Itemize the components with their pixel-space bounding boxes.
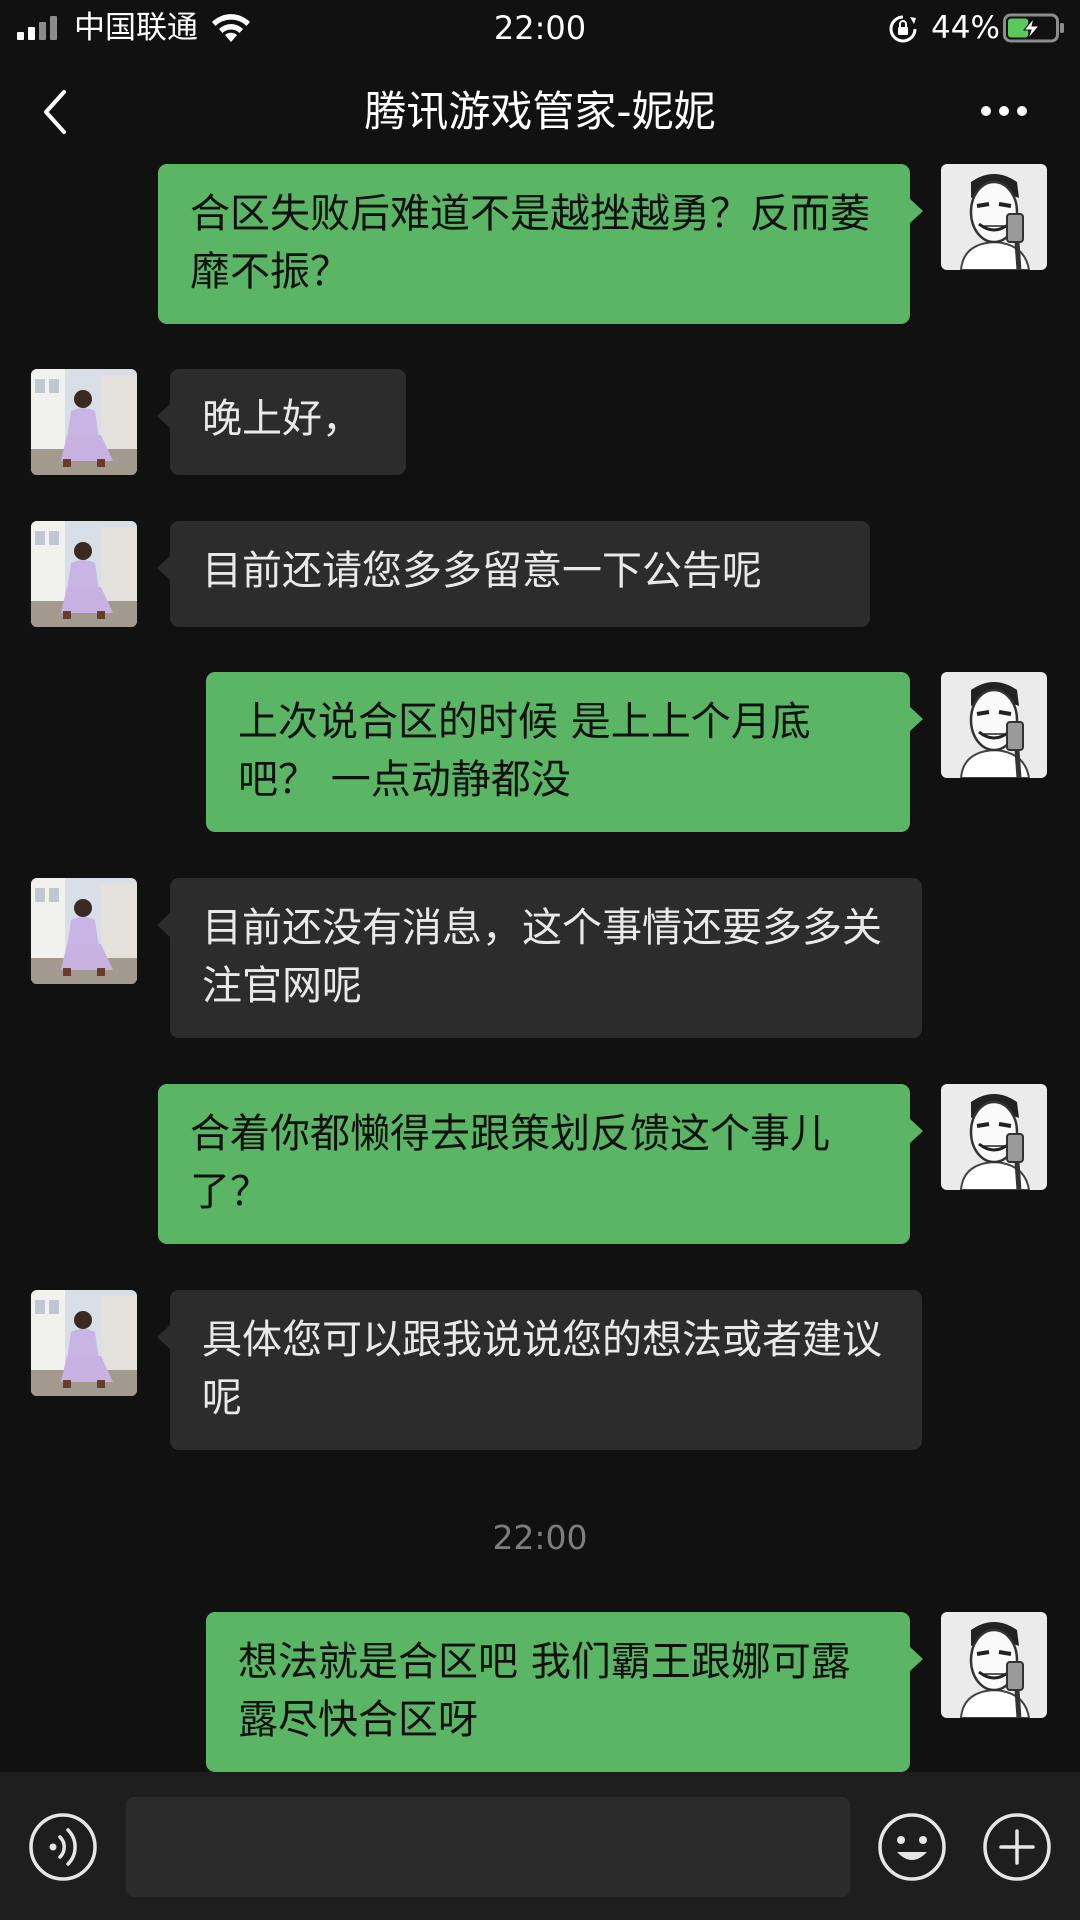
my-message-bubble[interactable]: 合区失败后难道不是越挫越勇？反而萎靡不振？	[158, 164, 923, 324]
my-avatar[interactable]	[941, 672, 1047, 778]
my-message-bubble[interactable]: 上次说合区的时候 是上上个月底吧？ 一点动静都没	[206, 672, 923, 832]
my-avatar[interactable]	[941, 1084, 1047, 1190]
battery-charging-icon	[1003, 12, 1065, 44]
contact-avatar[interactable]	[31, 878, 137, 984]
voice-button[interactable]	[28, 1812, 98, 1882]
my-avatar[interactable]	[941, 164, 1047, 270]
contact-message-bubble[interactable]: 晚上好，	[157, 369, 406, 475]
my-avatar[interactable]	[941, 1612, 1047, 1718]
emoji-button[interactable]	[877, 1812, 947, 1882]
input-bar	[0, 1772, 1080, 1920]
status-bar: 中国联通 22:00 44%	[0, 0, 1080, 56]
contact-avatar[interactable]	[31, 521, 137, 627]
contact-message-bubble[interactable]: 目前还没有消息，这个事情还要多多关注官网呢	[157, 878, 922, 1038]
plus-icon	[983, 1813, 1051, 1881]
contact-avatar[interactable]	[31, 369, 137, 475]
voice-icon	[29, 1813, 97, 1881]
emoji-icon	[878, 1813, 946, 1881]
chat-title: 腾讯游戏管家-妮妮	[364, 87, 716, 136]
my-message-bubble[interactable]: 想法就是合区吧 我们霸王跟娜可露露尽快合区呀	[206, 1612, 923, 1772]
battery-percent: 44%	[931, 10, 1000, 46]
timestamp-separator: 22:00	[492, 1518, 588, 1557]
contact-message-bubble[interactable]: 具体您可以跟我说说您的想法或者建议呢	[157, 1290, 922, 1450]
contact-avatar[interactable]	[31, 1290, 137, 1396]
plus-button[interactable]	[982, 1812, 1052, 1882]
contact-message-bubble[interactable]: 目前还请您多多留意一下公告呢	[157, 521, 870, 627]
chat-screen: 中国联通 22:00 44% 腾讯游戏管家-妮妮 22:00 合区失败后难道不是…	[0, 0, 1080, 1920]
rotation-lock-icon	[888, 14, 918, 44]
my-message-bubble[interactable]: 合着你都懒得去跟策划反馈这个事儿了？	[158, 1084, 923, 1244]
nav-bar: 腾讯游戏管家-妮妮	[0, 56, 1080, 164]
more-dots-icon	[981, 106, 1027, 116]
status-time: 22:00	[493, 9, 587, 47]
message-list[interactable]: 22:00 合区失败后难道不是越挫越勇？反而萎靡不振？ 晚上好， 目前还请您多多留意…	[0, 164, 1080, 1772]
more-button[interactable]	[976, 96, 1032, 126]
message-input[interactable]	[126, 1797, 850, 1897]
